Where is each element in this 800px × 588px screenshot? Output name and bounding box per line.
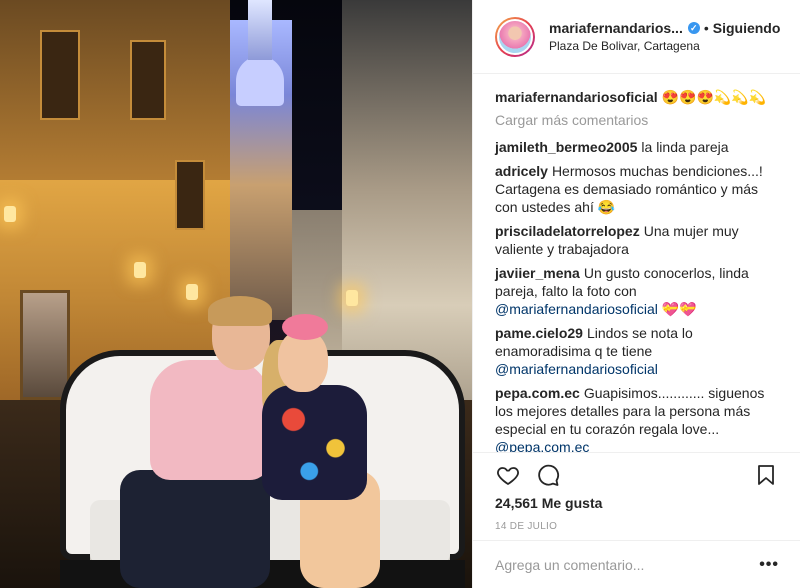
more-options-icon[interactable]: ••• [759, 556, 779, 574]
comment-item: javiier_mena Un gusto conocerlos, linda p… [495, 264, 784, 318]
woman-figure-floral-dress [262, 385, 367, 500]
street-lamp [134, 262, 146, 278]
caption-username[interactable]: mariafernandariosoficial [495, 89, 658, 105]
avatar[interactable] [495, 16, 535, 57]
cathedral-spire [248, 0, 272, 60]
post-location[interactable]: Plaza De Bolivar, Cartagena [549, 37, 780, 55]
cathedral-dome [236, 56, 284, 106]
post-actions: 24,561 Me gusta 14 DE JULIO [473, 452, 800, 532]
shop-doorway [20, 290, 70, 400]
comment-username[interactable]: pame.cielo29 [495, 325, 583, 341]
comment-mention-link[interactable]: @pepa.com.ec [495, 439, 589, 452]
left-window [175, 160, 205, 230]
avatar-image [497, 18, 533, 55]
following-button[interactable]: Siguiendo [713, 19, 781, 37]
header-separator: • [703, 19, 709, 36]
man-figure-legs [120, 470, 270, 588]
comment-username[interactable]: javiier_mena [495, 265, 580, 281]
comment-username[interactable]: pepa.com.ec [495, 385, 580, 401]
comment-composer: ••• [473, 540, 800, 588]
caption-text: 😍😍😍💫💫💫 [661, 89, 767, 105]
comment-mention-link[interactable]: @mariafernandariosoficial [495, 361, 658, 377]
bookmark-icon[interactable] [753, 462, 779, 488]
instagram-post: mariafernandarios... ✓ • Siguiendo Plaza… [0, 0, 800, 588]
post-side-panel: mariafernandarios... ✓ • Siguiendo Plaza… [472, 0, 800, 588]
caption: mariafernandariosoficial 😍😍😍💫💫💫 [495, 88, 784, 106]
comment-text: la linda pareja [641, 139, 729, 155]
man-figure-hair [208, 296, 272, 326]
add-comment-input[interactable] [495, 556, 760, 573]
post-photo[interactable] [0, 0, 472, 588]
woman-figure-pink-headband [282, 314, 328, 340]
comment-emoji: 💝💝 [657, 301, 697, 317]
header-top-row: mariafernandarios... ✓ • Siguiendo [549, 19, 780, 37]
comment-username[interactable]: prisciladelatorrelopez [495, 223, 640, 239]
left-window [40, 30, 80, 120]
post-header: mariafernandarios... ✓ • Siguiendo Plaza… [473, 0, 800, 74]
verified-badge-icon: ✓ [687, 21, 700, 34]
comment-username[interactable]: adricely [495, 163, 548, 179]
load-more-comments-button[interactable]: Cargar más comentarios [495, 112, 784, 128]
street-lamp [186, 284, 198, 300]
header-text: mariafernandarios... ✓ • Siguiendo Plaza… [549, 19, 780, 55]
comment-username[interactable]: jamileth_bermeo2005 [495, 139, 637, 155]
comment-item: pepa.com.ec Guapisimos............ siguen… [495, 384, 784, 452]
man-figure-shirt [150, 360, 270, 480]
heart-icon[interactable] [495, 462, 521, 488]
street-lamp [346, 290, 358, 306]
street-lamp [4, 206, 16, 222]
comments-list: mariafernandariosoficial 😍😍😍💫💫💫 Cargar má… [473, 74, 800, 452]
likes-count[interactable]: 24,561 Me gusta [495, 495, 779, 511]
post-username[interactable]: mariafernandarios... [549, 19, 683, 37]
comment-item: prisciladelatorrelopez Una mujer muy vali… [495, 222, 784, 258]
comment-item: pame.cielo29 Lindos se nota lo enamoradis… [495, 324, 784, 378]
post-date: 14 DE JULIO [495, 521, 558, 532]
comment-mention-link[interactable]: @mariafernandariosoficial [495, 301, 658, 317]
comment-bubble-icon[interactable] [535, 462, 561, 488]
comment-item: jamileth_bermeo2005 la linda pareja [495, 138, 784, 156]
left-window [130, 40, 166, 120]
action-icons-row [495, 453, 779, 493]
comment-item: adricely Hermosos muchas bendiciones...! … [495, 162, 784, 216]
